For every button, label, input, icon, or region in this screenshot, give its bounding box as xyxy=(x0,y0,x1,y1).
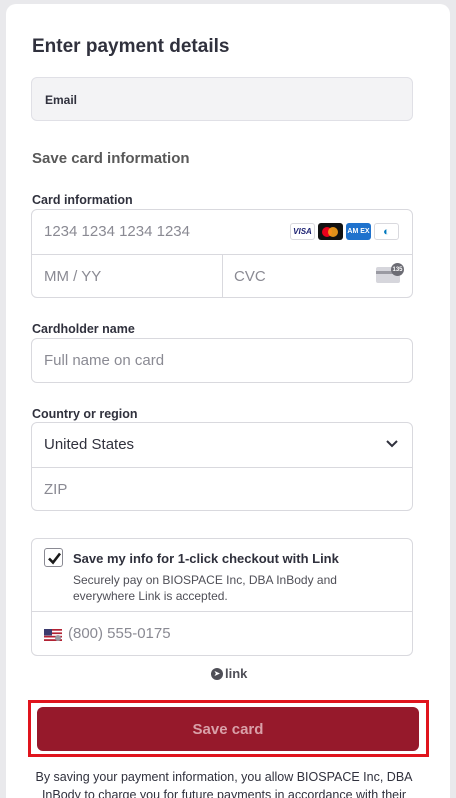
cvc-field[interactable]: CVC xyxy=(234,268,266,285)
checkmark-icon xyxy=(48,552,62,565)
expiry-cvc-row: MM / YY CVC 135 xyxy=(32,254,412,297)
expiry-cvc-divider xyxy=(222,255,223,297)
card-number-field[interactable]: 1234 1234 1234 1234 VISA AM EX ◐ xyxy=(32,210,412,254)
link-save-info-box: Save my info for 1-click checkout with L… xyxy=(31,538,413,656)
email-field[interactable]: Email xyxy=(31,77,413,121)
link-arrow-icon: ➤ xyxy=(211,667,223,680)
cardholder-name-field[interactable]: Full name on card xyxy=(31,338,413,383)
link-logo: ➤ link xyxy=(211,666,247,681)
card-information-label: Card information xyxy=(32,193,133,207)
diners-icon: ◐ xyxy=(374,223,399,240)
save-info-checkbox[interactable] xyxy=(44,548,63,567)
country-select[interactable]: United States xyxy=(32,423,412,467)
zip-field[interactable]: ZIP xyxy=(32,467,412,510)
email-label: Email xyxy=(45,93,78,107)
country-value: United States xyxy=(44,436,135,453)
save-card-section-title: Save card information xyxy=(32,150,190,167)
link-save-description: Securely pay on BIOSPACE Inc, DBA InBody… xyxy=(73,573,337,603)
visa-icon: VISA xyxy=(290,223,315,240)
card-brands: VISA AM EX ◐ xyxy=(290,223,399,240)
amex-icon: AM EX xyxy=(346,223,371,240)
phone-field[interactable]: (800) 555-0175 xyxy=(68,625,171,642)
card-number-placeholder: 1234 1234 1234 1234 xyxy=(44,223,190,240)
link-logo-text: link xyxy=(225,666,248,681)
cardholder-name-label: Cardholder name xyxy=(32,322,135,336)
save-card-button[interactable]: Save card xyxy=(37,707,419,751)
chevron-down-icon xyxy=(386,440,398,448)
card-information-group: 1234 1234 1234 1234 VISA AM EX ◐ MM / YY… xyxy=(31,209,413,298)
cardholder-name-placeholder: Full name on card xyxy=(44,352,165,369)
country-label: Country or region xyxy=(32,407,138,421)
link-save-title: Save my info for 1-click checkout with L… xyxy=(73,551,339,566)
page-title: Enter payment details xyxy=(32,36,230,57)
country-zip-group: United States ZIP xyxy=(31,422,413,511)
footer-disclaimer: By saving your payment information, you … xyxy=(35,770,413,798)
zip-placeholder: ZIP xyxy=(44,481,68,498)
mastercard-icon xyxy=(318,223,343,240)
link-divider xyxy=(32,611,412,612)
cvc-badge: 135 xyxy=(391,263,404,276)
us-flag-icon xyxy=(44,629,62,641)
expiry-field[interactable]: MM / YY xyxy=(44,268,101,285)
